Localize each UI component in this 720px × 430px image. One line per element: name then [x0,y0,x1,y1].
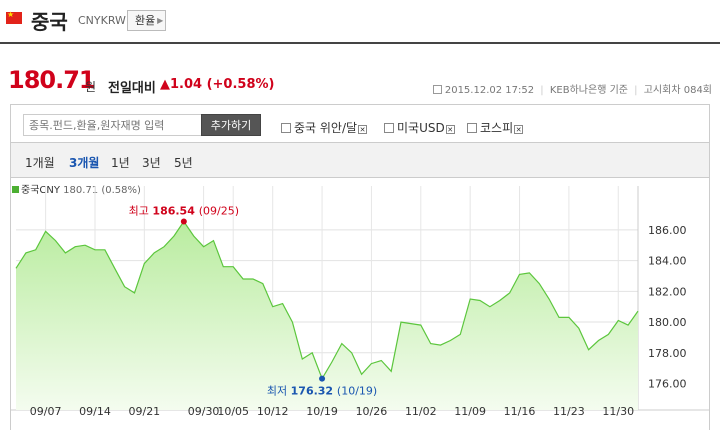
x-tick-label: 10/12 [257,405,289,418]
max-point [180,218,187,225]
x-tick-label: 10/05 [217,405,249,418]
price-chart: 176.00 178.00 180.00 182.00 184.00 186.00 09/… [10,186,710,418]
min-point [319,375,326,382]
y-tick-label: 176.00 [648,378,687,391]
y-tick-label: 180.00 [648,316,687,329]
x-tick-label: 09/30 [188,405,220,418]
x-tick-label: 09/21 [128,405,160,418]
max-label: 최고 186.54 (09/25) [129,205,239,218]
x-tick-label: 11/23 [553,405,585,418]
price-area [16,221,638,410]
x-tick-label: 10/19 [306,405,338,418]
x-tick-label: 10/26 [356,405,388,418]
y-tick-label: 178.00 [648,347,687,360]
min-label: 최저 176.32 (10/19) [267,385,377,398]
x-tick-label: 11/30 [602,405,634,418]
x-tick-label: 11/16 [504,405,536,418]
x-tick-label: 11/02 [405,405,437,418]
x-tick-label: 11/09 [454,405,486,418]
y-tick-label: 184.00 [648,255,687,268]
y-tick-label: 186.00 [648,224,687,237]
y-tick-label: 182.00 [648,285,687,298]
x-tick-label: 09/14 [79,405,111,418]
x-tick-label: 09/07 [30,405,62,418]
